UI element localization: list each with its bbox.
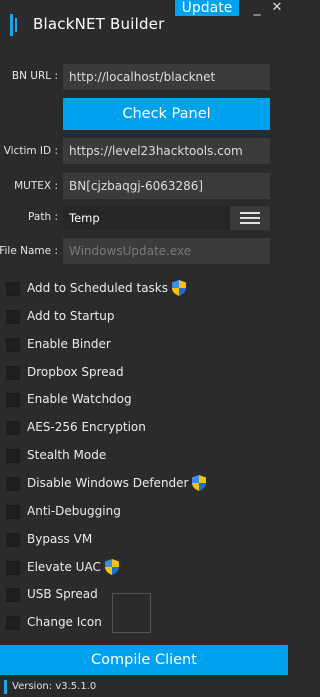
minimize-button[interactable]: _	[250, 0, 264, 16]
option-checkbox[interactable]	[6, 338, 20, 352]
path-select[interactable]: Temp	[63, 206, 270, 230]
path-label: Path :	[28, 211, 58, 223]
option-label: USB Spread	[27, 587, 98, 601]
victim-id-label: Victim ID :	[3, 145, 58, 157]
app-title: BlackNET Builder	[33, 15, 165, 33]
file-name-input[interactable]: WindowsUpdate.exe	[63, 238, 270, 264]
option-label: Add to Scheduled tasks	[27, 281, 168, 295]
update-button[interactable]: Update	[175, 0, 239, 16]
option-label: Enable Watchdog	[27, 392, 132, 406]
app-logo-icon	[10, 14, 22, 36]
path-value: Temp	[69, 211, 100, 225]
status-bar: Version: v3.5.1.0	[0, 677, 288, 697]
option-label: Stealth Mode	[27, 448, 107, 462]
uac-shield-icon	[192, 475, 206, 491]
option-checkbox[interactable]	[6, 449, 20, 463]
option-label: Elevate UAC	[27, 560, 101, 574]
option-label: Anti-Debugging	[27, 504, 121, 518]
option-label: AES-256 Encryption	[27, 420, 146, 434]
option-checkbox[interactable]	[6, 533, 20, 547]
option-label: Dropbox Spread	[27, 365, 124, 379]
uac-shield-icon	[172, 280, 186, 296]
version-text: Version: v3.5.1.0	[12, 681, 97, 692]
mutex-label: MUTEX :	[14, 180, 58, 192]
close-button[interactable]: ✕	[270, 0, 284, 16]
bn-url-input[interactable]: http://localhost/blacknet	[63, 64, 270, 90]
option-checkbox[interactable]	[6, 421, 20, 435]
icon-preview[interactable]	[112, 593, 151, 633]
option-checkbox[interactable]	[6, 366, 20, 380]
status-accent-bar	[4, 680, 7, 694]
option-checkbox[interactable]	[6, 477, 20, 491]
option-checkbox[interactable]	[6, 393, 20, 407]
hamburger-menu-icon[interactable]	[230, 206, 270, 230]
compile-client-button[interactable]: Compile Client	[0, 645, 288, 675]
option-checkbox[interactable]	[6, 588, 20, 602]
bn-url-label: BN URL :	[11, 70, 58, 82]
check-panel-button[interactable]: Check Panel	[63, 98, 270, 130]
mutex-input[interactable]: BN[cjzbaqgj-6063286]	[63, 173, 270, 199]
option-label: Disable Windows Defender	[27, 476, 189, 490]
file-name-label: File Name :	[0, 245, 58, 257]
option-label: Add to Startup	[27, 309, 115, 323]
option-checkbox[interactable]	[6, 310, 20, 324]
option-label: Bypass VM	[27, 532, 93, 546]
option-checkbox[interactable]	[6, 561, 20, 575]
uac-shield-icon	[105, 559, 119, 575]
option-checkbox[interactable]	[6, 282, 20, 296]
option-checkbox[interactable]	[6, 616, 20, 630]
victim-id-input[interactable]: https://level23hacktools.com	[63, 138, 270, 164]
option-checkbox[interactable]	[6, 505, 20, 519]
option-label: Enable Binder	[27, 337, 111, 351]
option-label: Change Icon	[27, 615, 102, 629]
title-bar: BlackNET Builder Update _ ✕	[0, 0, 288, 48]
